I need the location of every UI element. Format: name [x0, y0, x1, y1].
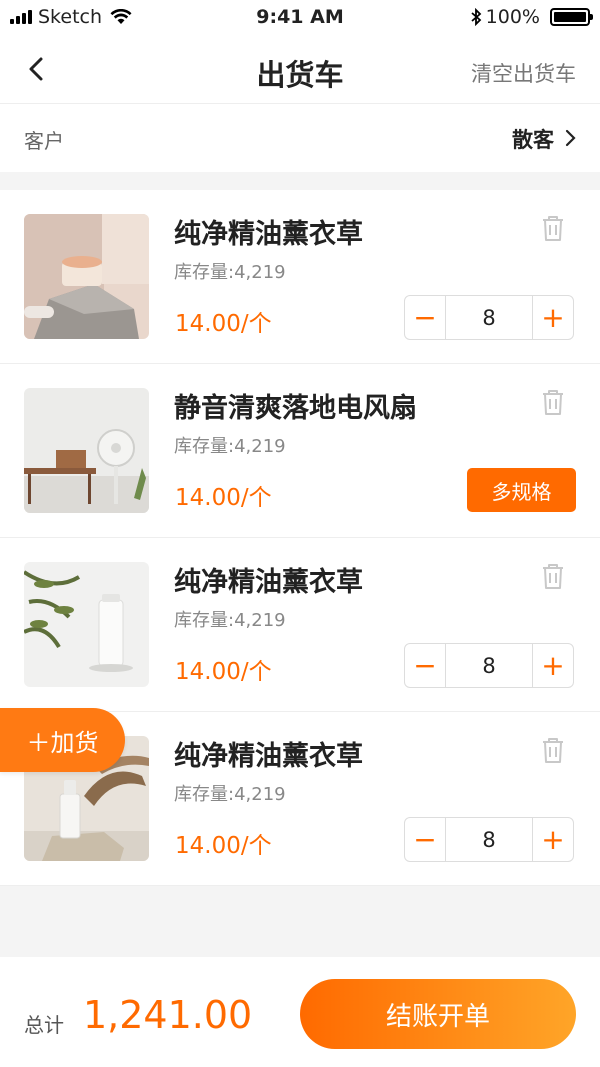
item-stock: 库存量:4,219 — [174, 436, 286, 457]
cart-item: 纯净精油薰衣草 库存量:4,219 14.00/个 − 8 + — [0, 538, 600, 712]
item-stock: 库存量:4,219 — [174, 784, 286, 805]
increase-button[interactable]: + — [533, 644, 573, 687]
total-label: 总计 — [24, 1013, 64, 1037]
item-name: 静音清爽落地电风扇 — [174, 393, 417, 424]
customer-row[interactable]: 客户 散客 — [0, 104, 600, 172]
quantity-stepper: − 8 + — [404, 817, 574, 862]
cart-item: 静音清爽落地电风扇 库存量:4,219 14.00/个 多规格 — [0, 364, 600, 538]
floor-fan-image — [24, 388, 149, 513]
clear-cart-button[interactable]: 清空出货车 — [471, 58, 576, 88]
quantity-value[interactable]: 8 — [445, 296, 533, 339]
quantity-value[interactable]: 8 — [445, 644, 533, 687]
checkout-button[interactable]: 结账开单 — [300, 979, 576, 1049]
status-bar: Sketch 9:41 AM 100% — [0, 0, 600, 34]
multi-spec-button[interactable]: 多规格 — [467, 468, 576, 512]
quantity-stepper: − 8 + — [404, 295, 574, 340]
trash-icon[interactable] — [540, 562, 566, 590]
decrease-button[interactable]: − — [405, 644, 445, 687]
trash-icon[interactable] — [540, 214, 566, 242]
decrease-button[interactable]: − — [405, 818, 445, 861]
add-goods-button[interactable]: ＋加货 — [0, 708, 125, 772]
increase-button[interactable]: + — [533, 818, 573, 861]
increase-button[interactable]: + — [533, 296, 573, 339]
chevron-right-icon — [565, 129, 576, 147]
item-stock: 库存量:4,219 — [174, 610, 286, 631]
item-price: 14.00/个 — [175, 485, 272, 511]
item-stock: 库存量:4,219 — [174, 262, 286, 283]
lotion-bottle-image — [24, 562, 149, 687]
quantity-stepper: − 8 + — [404, 643, 574, 688]
cart-item: 纯净精油薰衣草 库存量:4,219 14.00/个 − 8 + — [0, 190, 600, 364]
cart-list: 纯净精油薰衣草 库存量:4,219 14.00/个 − 8 + 静音清爽落地电风… — [0, 190, 600, 886]
status-right: 100% — [470, 6, 593, 28]
trash-icon[interactable] — [540, 736, 566, 764]
battery-percent: 100% — [485, 6, 540, 28]
footer-bar: 总计 1,241.00 结账开单 — [0, 957, 600, 1067]
bluetooth-icon — [471, 8, 481, 26]
customer-value: 散客 — [512, 128, 554, 152]
item-name: 纯净精油薰衣草 — [174, 219, 363, 250]
item-price: 14.00/个 — [175, 659, 272, 685]
decrease-button[interactable]: − — [405, 296, 445, 339]
item-name: 纯净精油薰衣草 — [174, 567, 363, 598]
battery-icon — [550, 8, 593, 26]
quantity-value[interactable]: 8 — [445, 818, 533, 861]
cream-jar-image — [24, 214, 149, 339]
trash-icon[interactable] — [540, 388, 566, 416]
nav-bar: 出货车 清空出货车 — [0, 34, 600, 104]
item-name: 纯净精油薰衣草 — [174, 741, 363, 772]
item-price: 14.00/个 — [175, 833, 272, 859]
total-value: 1,241.00 — [83, 993, 253, 1037]
customer-label: 客户 — [24, 129, 64, 153]
item-price: 14.00/个 — [175, 311, 272, 337]
